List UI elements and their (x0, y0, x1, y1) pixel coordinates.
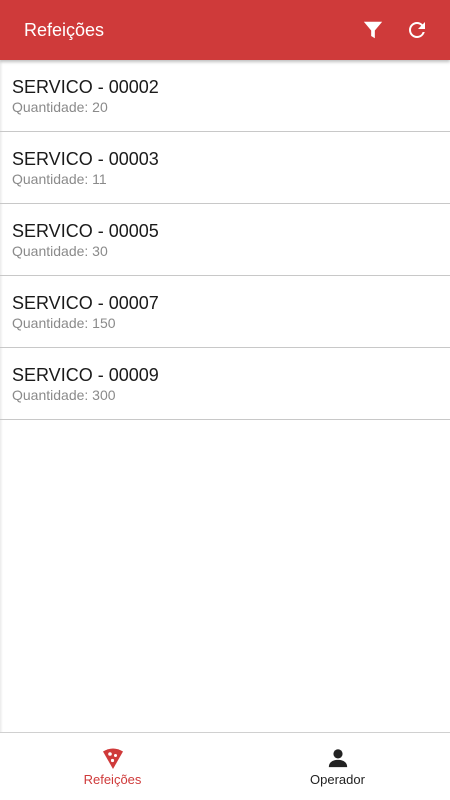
nav-item-refeicoes[interactable]: Refeições (0, 733, 225, 800)
filter-icon (363, 21, 383, 39)
refresh-icon (409, 22, 425, 38)
list-item[interactable]: SERVICO - 00002 Quantidade: 20 (0, 60, 450, 132)
list-item[interactable]: SERVICO - 00009 Quantidade: 300 (0, 348, 450, 420)
refresh-button[interactable] (401, 14, 433, 46)
item-title: SERVICO - 00009 (12, 365, 159, 385)
item-title: SERVICO - 00007 (12, 293, 159, 313)
item-title: SERVICO - 00003 (12, 149, 159, 169)
item-title: SERVICO - 00005 (12, 221, 159, 241)
item-quantity: Quantidade: 11 (12, 171, 107, 187)
person-icon (325, 745, 351, 771)
item-quantity: Quantidade: 150 (12, 315, 116, 331)
filter-button[interactable] (357, 14, 389, 46)
app-screen: Refeições SERVICO - 00002 Quantidade: 20… (0, 0, 450, 800)
item-title: SERVICO - 00002 (12, 77, 159, 97)
bottom-navigation: Refeições Operador (0, 732, 450, 800)
item-quantity: Quantidade: 30 (12, 243, 108, 259)
nav-item-operador[interactable]: Operador (225, 733, 450, 800)
page-title: Refeições (24, 20, 105, 40)
item-quantity: Quantidade: 20 (12, 99, 108, 115)
list-item[interactable]: SERVICO - 00007 Quantidade: 150 (0, 276, 450, 348)
nav-label-refeicoes: Refeições (83, 772, 142, 787)
nav-label-operador: Operador (310, 772, 365, 787)
pizza-icon (100, 745, 126, 771)
list-item[interactable]: SERVICO - 00003 Quantidade: 11 (0, 132, 450, 204)
service-list: SERVICO - 00002 Quantidade: 20 SERVICO -… (0, 60, 450, 420)
item-quantity: Quantidade: 300 (12, 387, 116, 403)
list-item[interactable]: SERVICO - 00005 Quantidade: 30 (0, 204, 450, 276)
app-bar: Refeições (0, 0, 450, 60)
